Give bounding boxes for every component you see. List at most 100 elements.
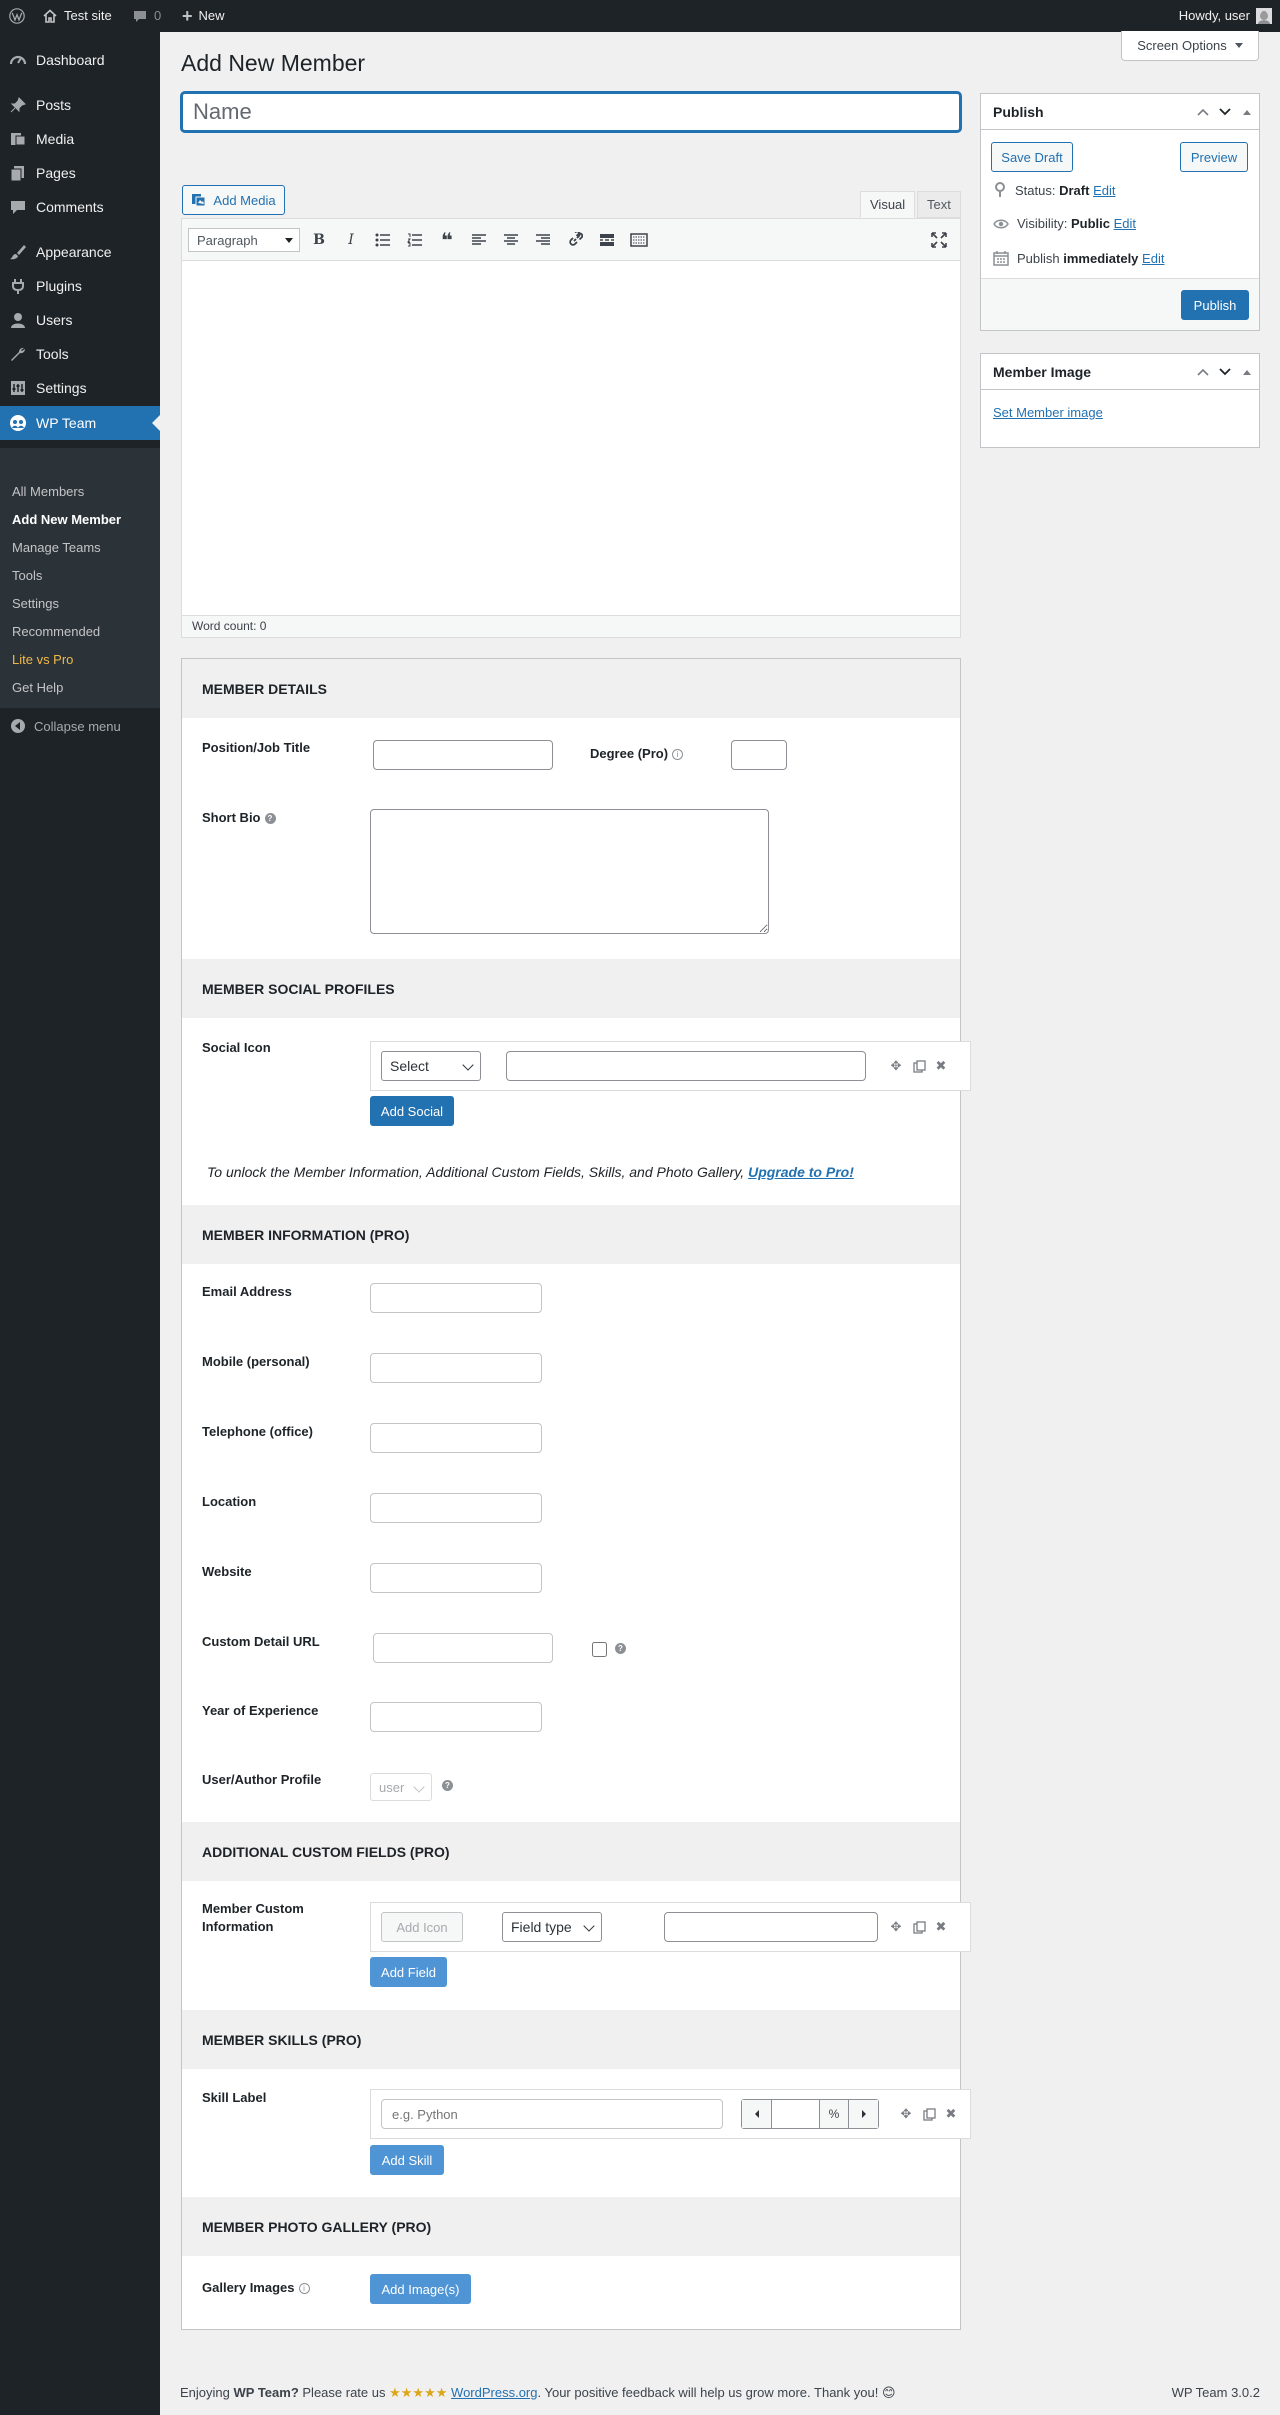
increment-icon[interactable]: [849, 2100, 878, 2128]
submenu-add-new-member[interactable]: Add New Member: [12, 512, 121, 527]
bulleted-list-icon[interactable]: [372, 230, 394, 250]
wordpress-org-link[interactable]: WordPress.org: [451, 2385, 537, 2400]
move-icon[interactable]: ✥: [888, 1919, 904, 1935]
format-select[interactable]: Paragraph: [188, 228, 300, 252]
duplicate-icon[interactable]: [911, 1919, 927, 1935]
submenu-lite-vs-pro[interactable]: Lite vs Pro: [12, 652, 73, 667]
remove-icon[interactable]: ✖: [933, 1058, 949, 1074]
profile-select[interactable]: user: [370, 1773, 432, 1801]
add-social-button[interactable]: Add Social: [370, 1096, 454, 1126]
editor-content-area[interactable]: [182, 261, 960, 615]
experience-input[interactable]: [370, 1702, 542, 1732]
mobile-input[interactable]: [370, 1353, 542, 1383]
numbered-list-icon[interactable]: [404, 230, 426, 250]
sidebar-item-posts[interactable]: Posts: [0, 88, 160, 122]
save-draft-button[interactable]: Save Draft: [991, 142, 1073, 172]
member-name-input[interactable]: [181, 92, 961, 132]
email-input[interactable]: [370, 1283, 542, 1313]
social-url-input[interactable]: [506, 1051, 866, 1081]
field-type-select[interactable]: Field type: [502, 1912, 602, 1942]
degree-input[interactable]: [731, 740, 787, 770]
telephone-input[interactable]: [370, 1423, 542, 1453]
sidebar-item-plugins[interactable]: Plugins: [0, 269, 160, 303]
decrement-icon[interactable]: [742, 2100, 772, 2128]
telephone-label: Telephone (office): [202, 1424, 313, 1439]
align-center-icon[interactable]: [500, 230, 522, 250]
upgrade-to-pro-link[interactable]: Upgrade to Pro!: [748, 1164, 854, 1180]
fullscreen-icon[interactable]: [928, 230, 950, 250]
toggle-panel-icon[interactable]: [1239, 362, 1255, 382]
submenu-get-help[interactable]: Get Help: [12, 680, 63, 695]
custom-url-input[interactable]: [373, 1633, 553, 1663]
duplicate-icon[interactable]: [921, 2106, 937, 2122]
sidebar-item-comments[interactable]: Comments: [0, 190, 160, 224]
sidebar-item-dashboard[interactable]: Dashboard: [0, 43, 160, 77]
sidebar-item-tools[interactable]: Tools: [0, 337, 160, 371]
align-left-icon[interactable]: [468, 230, 490, 250]
submenu-tools[interactable]: Tools: [12, 568, 42, 583]
info-icon: i: [672, 749, 684, 761]
add-media-button[interactable]: Add Media: [182, 185, 285, 215]
submenu-recommended[interactable]: Recommended: [12, 624, 100, 639]
location-input[interactable]: [370, 1493, 542, 1523]
submenu-settings[interactable]: Settings: [12, 596, 59, 611]
preview-button[interactable]: Preview: [1180, 142, 1248, 172]
move-icon[interactable]: ✥: [888, 1058, 904, 1074]
add-icon-button[interactable]: Add Icon: [381, 1912, 463, 1942]
align-right-icon[interactable]: [532, 230, 554, 250]
skill-percent-input[interactable]: [772, 2100, 819, 2128]
remove-icon[interactable]: ✖: [943, 2106, 959, 2122]
bold-icon[interactable]: B: [308, 230, 330, 250]
chevron-down-icon[interactable]: [1217, 362, 1233, 382]
site-name-link[interactable]: Test site: [42, 0, 112, 32]
duplicate-icon[interactable]: [911, 1058, 927, 1074]
edit-publish-date-link[interactable]: Edit: [1142, 251, 1164, 266]
submenu-all-members[interactable]: All Members: [12, 484, 84, 499]
move-icon[interactable]: ✥: [898, 2106, 914, 2122]
link-icon[interactable]: [564, 230, 586, 250]
comments-link[interactable]: 0: [132, 0, 161, 32]
skill-label-input[interactable]: [381, 2099, 723, 2129]
visibility-row: Visibility: Public Edit: [993, 216, 1136, 231]
add-images-button[interactable]: Add Image(s): [370, 2274, 471, 2304]
add-field-button[interactable]: Add Field: [370, 1957, 447, 1987]
submenu-manage-teams[interactable]: Manage Teams: [12, 540, 101, 555]
chevron-up-icon[interactable]: [1195, 362, 1211, 382]
remove-icon[interactable]: ✖: [933, 1919, 949, 1935]
chevron-down-icon[interactable]: [1217, 102, 1233, 122]
tab-visual[interactable]: Visual: [860, 191, 916, 218]
sidebar-item-media[interactable]: Media: [0, 122, 160, 156]
position-input[interactable]: [373, 740, 553, 770]
sidebar-item-appearance[interactable]: Appearance: [0, 235, 160, 269]
publish-box: Publish Save Draft Preview Status: Draft…: [980, 93, 1260, 331]
italic-icon[interactable]: I: [340, 230, 362, 250]
chevron-up-icon[interactable]: [1195, 102, 1211, 122]
toolbar-toggle-icon[interactable]: [628, 230, 650, 250]
website-input[interactable]: [370, 1563, 542, 1593]
sidebar-item-users[interactable]: Users: [0, 303, 160, 337]
admin-bar: Test site 0 + New Howdy, user: [0, 0, 1280, 32]
short-bio-textarea[interactable]: [370, 809, 769, 934]
edit-status-link[interactable]: Edit: [1093, 183, 1115, 198]
new-content-link[interactable]: + New: [182, 0, 225, 32]
toggle-panel-icon[interactable]: [1239, 102, 1255, 122]
custom-url-checkbox[interactable]: [592, 1642, 607, 1657]
social-icon-select[interactable]: Select: [381, 1051, 481, 1081]
custom-field-value-input[interactable]: [664, 1912, 878, 1942]
wordpress-logo-icon[interactable]: [6, 0, 28, 32]
tab-text[interactable]: Text: [917, 191, 961, 218]
sidebar-item-settings[interactable]: Settings: [0, 371, 160, 405]
add-skill-button[interactable]: Add Skill: [370, 2145, 444, 2175]
account-menu[interactable]: Howdy, user: [1179, 0, 1272, 32]
sidebar-item-pages[interactable]: Pages: [0, 156, 160, 190]
rating-stars[interactable]: ★★★★★: [389, 2385, 447, 2400]
read-more-icon[interactable]: [596, 230, 618, 250]
collapse-menu-button[interactable]: Collapse menu: [0, 714, 121, 738]
edit-visibility-link[interactable]: Edit: [1114, 216, 1136, 231]
screen-options-button[interactable]: Screen Options: [1121, 31, 1259, 61]
set-member-image-link[interactable]: Set Member image: [993, 405, 1103, 420]
sidebar-item-wp-team[interactable]: WP Team: [0, 406, 160, 440]
blockquote-icon[interactable]: ❝: [436, 230, 458, 252]
publish-button[interactable]: Publish: [1181, 290, 1249, 320]
sidebar-item-label: Comments: [36, 199, 104, 215]
